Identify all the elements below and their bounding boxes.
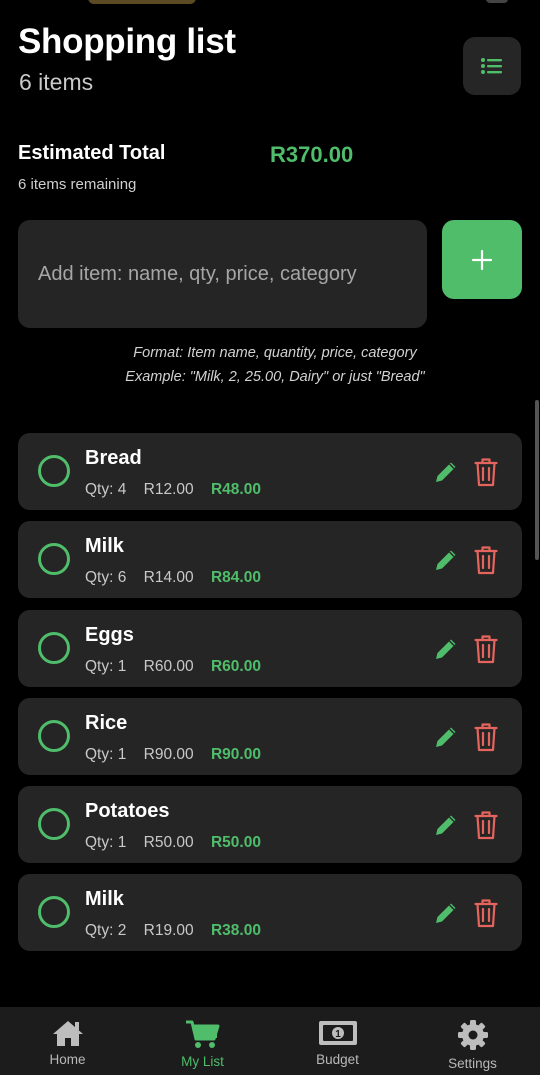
edit-button[interactable] (432, 635, 460, 663)
item-checkbox[interactable] (38, 719, 70, 752)
trash-icon (474, 546, 498, 575)
edit-button[interactable] (432, 546, 460, 574)
delete-button[interactable] (472, 456, 500, 488)
item-meta: Qty: 1 R50.00 R50.00 (85, 834, 274, 852)
list-icon (481, 58, 502, 74)
delete-button[interactable] (472, 897, 500, 929)
example-hint: Example: "Milk, 2, 25.00, Dairy" or just… (125, 369, 425, 385)
add-item-input[interactable] (18, 220, 427, 328)
status-indicator (88, 0, 196, 4)
money-icon: 1 (318, 1021, 357, 1045)
item-price: R14.00 (143, 569, 194, 587)
cart-icon (185, 1020, 219, 1048)
list-item[interactable]: Potatoes Qty: 1 R50.00 R50.00 (18, 786, 522, 864)
item-name: Eggs (85, 623, 134, 646)
pencil-icon (436, 903, 456, 924)
item-total: R84.00 (210, 569, 261, 587)
status-indicator-right (486, 0, 508, 3)
item-name: Milk (85, 888, 124, 911)
item-qty: Qty: 1 (85, 657, 127, 675)
gear-icon (457, 1020, 488, 1050)
list-item[interactable]: Milk Qty: 2 R19.00 R38.00 (18, 874, 522, 952)
item-qty: Qty: 2 (85, 922, 127, 940)
pencil-icon (436, 550, 456, 571)
scrollbar[interactable] (535, 400, 539, 560)
item-checkbox[interactable] (38, 631, 70, 664)
home-icon (52, 1021, 83, 1046)
item-total: R90.00 (210, 745, 261, 763)
item-qty: Qty: 1 (85, 745, 127, 763)
item-price: R50.00 (143, 834, 194, 852)
format-hint: Format: Item name, quantity, price, cate… (133, 345, 417, 361)
item-total: R50.00 (210, 834, 261, 852)
item-checkbox[interactable] (38, 455, 70, 487)
plus-icon (471, 249, 493, 270)
tab-label: Budget (316, 1052, 359, 1067)
delete-button[interactable] (472, 633, 500, 665)
item-meta: Qty: 1 R90.00 R90.00 (85, 746, 274, 764)
delete-button[interactable] (472, 809, 500, 841)
list-item[interactable]: Milk Qty: 6 R14.00 R84.00 (18, 521, 522, 599)
trash-icon (474, 899, 498, 928)
tab-label: Settings (448, 1056, 497, 1071)
item-price: R90.00 (143, 745, 194, 763)
trash-icon (474, 811, 498, 840)
item-total: R48.00 (210, 481, 261, 498)
items-remaining: 6 items remaining (18, 176, 137, 193)
list-menu-button[interactable] (463, 37, 521, 95)
tab-label: Home (49, 1052, 86, 1067)
item-meta: Qty: 6 R14.00 R84.00 (85, 569, 274, 587)
list-item[interactable]: Rice Qty: 1 R90.00 R90.00 (18, 697, 522, 775)
trash-icon (474, 458, 498, 487)
item-price: R19.00 (143, 922, 194, 940)
pencil-icon (436, 639, 456, 659)
item-meta: Qty: 4 R12.00 R48.00 (85, 481, 274, 499)
list-item[interactable]: Bread Qty: 4 R12.00 R48.00 (18, 433, 522, 510)
delete-button[interactable] (472, 721, 500, 753)
pencil-icon (436, 462, 456, 482)
item-count: 6 items (19, 69, 94, 95)
list-item[interactable]: Eggs Qty: 1 R60.00 R60.00 (18, 609, 522, 687)
pencil-icon (436, 815, 456, 836)
svg-text:1: 1 (335, 1029, 341, 1040)
edit-button[interactable] (432, 723, 460, 751)
estimated-total-value: R370.00 (270, 142, 354, 167)
item-qty: Qty: 1 (85, 834, 127, 852)
tab-settings[interactable]: Settings (405, 1007, 540, 1075)
trash-icon (474, 723, 498, 751)
edit-button[interactable] (432, 899, 460, 927)
item-qty: Qty: 6 (85, 569, 127, 587)
item-qty: Qty: 4 (85, 481, 127, 498)
estimated-total-label: Estimated Total (18, 142, 166, 164)
tab-label: My List (181, 1054, 224, 1069)
bottom-tab-bar: Home My List 1 Budget Settings (0, 1007, 540, 1075)
shopping-list: Bread Qty: 4 R12.00 R48.00 Milk Qty: 6 R… (18, 433, 522, 963)
tab-home[interactable]: Home (0, 1007, 135, 1075)
edit-button[interactable] (432, 811, 460, 839)
edit-button[interactable] (432, 458, 460, 486)
trash-icon (474, 634, 498, 663)
item-meta: Qty: 2 R19.00 R38.00 (85, 922, 274, 940)
item-name: Rice (85, 711, 128, 734)
pencil-icon (436, 727, 456, 747)
page-title: Shopping list (18, 22, 236, 61)
item-price: R12.00 (143, 481, 194, 498)
item-price: R60.00 (143, 657, 194, 675)
add-item-button[interactable] (442, 220, 522, 299)
item-total: R60.00 (210, 657, 261, 675)
item-name: Bread (85, 447, 142, 469)
item-checkbox[interactable] (38, 543, 70, 576)
tab-budget[interactable]: 1 Budget (270, 1007, 405, 1075)
tab-my-list[interactable]: My List (135, 1007, 270, 1075)
item-total: R38.00 (210, 922, 261, 940)
item-meta: Qty: 1 R60.00 R60.00 (85, 658, 274, 676)
item-checkbox[interactable] (38, 896, 70, 929)
item-checkbox[interactable] (38, 808, 70, 841)
delete-button[interactable] (472, 544, 500, 576)
item-name: Potatoes (85, 800, 170, 823)
item-name: Milk (85, 535, 124, 558)
